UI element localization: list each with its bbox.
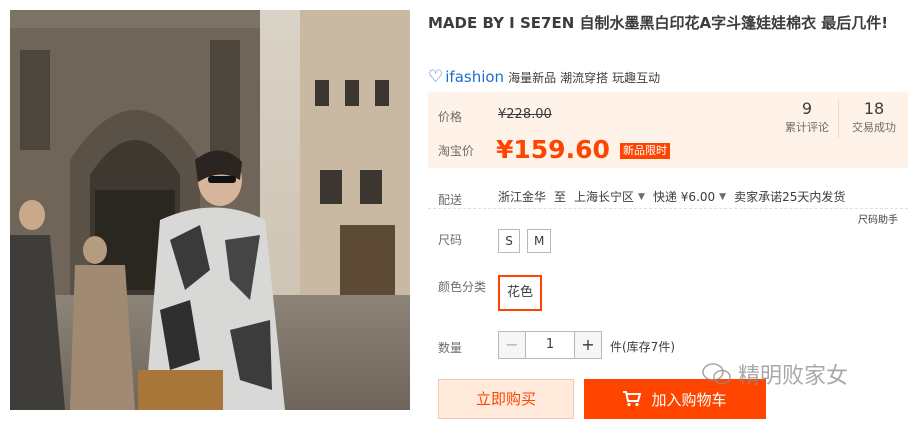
shipping-row: 浙江金华 至 上海长宁区 ▼ 快递 ¥6.00 ▼ 卖家承诺25天内发货 — [498, 188, 853, 205]
quantity-stepper: − 1 + — [498, 331, 602, 359]
watermark: 精明败家女 — [702, 358, 848, 390]
ship-method-select[interactable]: 快递 ¥6.00 — [653, 188, 715, 205]
size-option-s[interactable]: S — [498, 229, 520, 253]
size-label: 尺码 — [438, 233, 463, 247]
brand-name[interactable]: ifashion — [445, 68, 504, 86]
stat-divider — [838, 100, 839, 138]
deals-count: 18 — [863, 99, 885, 118]
ship-to-word: 至 — [554, 190, 567, 204]
ship-from: 浙江金华 — [498, 190, 547, 204]
buy-now-button[interactable]: 立即购买 — [438, 379, 574, 419]
watermark-text: 精明败家女 — [738, 364, 849, 389]
heart-icon: ♡ — [428, 67, 444, 87]
quantity-input[interactable]: 1 — [525, 332, 575, 358]
chevron-down-icon[interactable]: ▼ — [638, 192, 645, 202]
price-label: 价格 — [438, 110, 463, 124]
product-photo[interactable] — [10, 10, 410, 410]
brand-line: ♡ ifashion 海量新品 潮流穿搭 玩趣互动 — [428, 66, 664, 88]
new-limited-badge: 新品限时 — [620, 143, 670, 159]
reviews-label: 累计评论 — [785, 121, 829, 134]
brand-tag: 海量新品 — [508, 70, 557, 85]
ship-to-select[interactable]: 上海长宁区 — [574, 188, 634, 205]
ship-promise: 卖家承诺25天内发货 — [734, 190, 846, 204]
chevron-down-icon[interactable]: ▼ — [719, 192, 726, 202]
shipping-label: 配送 — [438, 193, 463, 207]
product-title: MADE BY I SE7EN 自制水墨黑白印花A字斗篷娃娃棉衣 最后几件! — [428, 14, 889, 32]
price-box: 价格 ¥228.00 淘宝价 ¥159.60 新品限时 9 累计评论 18 交易… — [428, 92, 908, 168]
reviews-count: 9 — [801, 99, 813, 118]
cart-icon — [623, 391, 642, 407]
wechat-icon — [702, 363, 731, 385]
reviews-stat[interactable]: 9 累计评论 — [777, 98, 837, 136]
size-option-m[interactable]: M — [527, 229, 552, 253]
deals-label: 交易成功 — [852, 121, 896, 134]
quantity-label: 数量 — [438, 341, 463, 355]
decrease-button[interactable]: − — [499, 332, 525, 358]
increase-button[interactable]: + — [575, 332, 601, 358]
brand-tag: 潮流穿搭 — [560, 70, 609, 85]
original-price: ¥228.00 — [498, 107, 552, 122]
current-price: ¥159.60 — [496, 135, 610, 164]
size-helper-link[interactable]: 尺码助手 — [858, 211, 898, 226]
taobao-price-label: 淘宝价 — [438, 144, 475, 158]
add-to-cart-label: 加入购物车 — [651, 390, 727, 409]
color-label: 颜色分类 — [438, 280, 487, 294]
brand-tag: 玩趣互动 — [612, 70, 661, 85]
deals-stat: 18 交易成功 — [844, 98, 904, 136]
divider — [428, 208, 908, 209]
color-option-selected[interactable]: 花色 — [498, 275, 542, 311]
product-photo-illustration — [10, 10, 410, 410]
stock-info: 件(库存7件) — [610, 340, 675, 354]
